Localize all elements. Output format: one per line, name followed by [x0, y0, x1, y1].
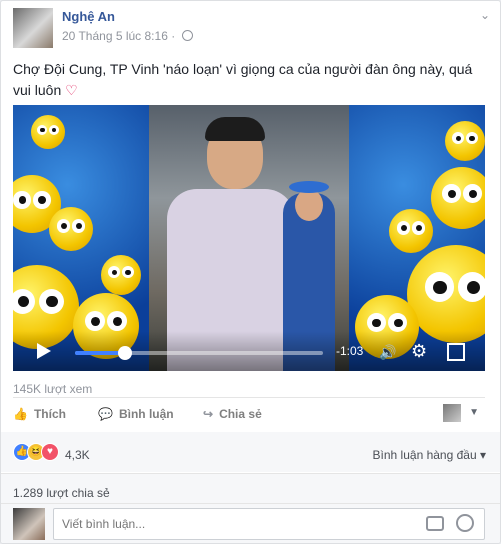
- emoji-icon: [31, 115, 65, 149]
- dropdown-arrow-icon: ▼: [469, 407, 479, 418]
- video-player[interactable]: -1:03 🔊 ⚙: [13, 105, 485, 371]
- volume-icon[interactable]: 🔊: [379, 344, 396, 361]
- emoji-icon: [101, 255, 141, 295]
- author-avatar[interactable]: [13, 8, 53, 48]
- emoji-icon: [49, 207, 93, 251]
- author-name[interactable]: Nghệ An: [62, 9, 115, 24]
- comment-sort-label: Bình luận hàng đầu: [372, 448, 477, 462]
- comment-label: Bình luận: [118, 407, 174, 421]
- play-icon[interactable]: [37, 343, 51, 359]
- post-card: Nghệ An 20 Tháng 5 lúc 8:16 · ⌄ Chợ Đội …: [0, 0, 501, 544]
- man-hair: [205, 117, 265, 141]
- thumbs-up-icon: 👍: [13, 407, 28, 421]
- heart-emoji-icon: ♡: [65, 82, 78, 98]
- profile-thumbnail: [443, 404, 461, 422]
- post-caption: Chợ Đội Cung, TP Vinh 'náo loạn' vì giọn…: [13, 59, 483, 101]
- emoji-icon: [431, 167, 485, 229]
- fullscreen-icon[interactable]: [447, 343, 465, 361]
- progress-knob[interactable]: [117, 346, 132, 360]
- share-icon: ↪: [203, 407, 214, 421]
- reaction-count[interactable]: 4,3K: [65, 448, 90, 462]
- emoji-icon: [445, 121, 485, 161]
- post-timestamp[interactable]: 20 Tháng 5 lúc 8:16 ·: [62, 29, 175, 43]
- post-as-selector[interactable]: ▼: [443, 404, 479, 422]
- caption-text: Chợ Đội Cung, TP Vinh 'náo loạn' vì giọn…: [13, 61, 473, 98]
- emoji-picker-icon[interactable]: [456, 514, 474, 532]
- comment-icon: 💬: [98, 407, 113, 421]
- like-button[interactable]: 👍 Thích: [13, 407, 66, 421]
- time-remaining: -1:03: [336, 344, 364, 358]
- woman-hat: [289, 181, 329, 193]
- comment-box[interactable]: [53, 508, 485, 540]
- comment-input[interactable]: [60, 509, 424, 539]
- like-label: Thích: [33, 407, 66, 421]
- commenter-avatar: [13, 508, 45, 540]
- share-label: Chia sẻ: [219, 407, 262, 421]
- share-button[interactable]: ↪ Chia sẻ: [203, 407, 262, 421]
- video-controls: -1:03 🔊 ⚙: [13, 331, 485, 371]
- action-bar: 👍 Thích 💬 Bình luận ↪ Chia sẻ ▼: [13, 397, 485, 430]
- comment-sort-dropdown[interactable]: Bình luận hàng đầu ▾: [373, 448, 486, 462]
- caret-down-icon: ▾: [479, 448, 486, 462]
- view-count: 145K lượt xem: [13, 382, 93, 396]
- post-meta: 20 Tháng 5 lúc 8:16 ·: [62, 29, 193, 43]
- emoji-icon: [389, 209, 433, 253]
- comment-button[interactable]: 💬 Bình luận: [98, 407, 174, 421]
- chevron-down-icon[interactable]: ⌄: [480, 8, 490, 22]
- share-count[interactable]: 1.289 lượt chia sẻ: [13, 486, 110, 500]
- settings-icon[interactable]: ⚙: [411, 341, 427, 362]
- progress-track[interactable]: [75, 346, 323, 360]
- woman-head: [295, 189, 323, 221]
- love-reaction-icon: ♥: [41, 443, 59, 461]
- camera-icon[interactable]: [426, 516, 444, 531]
- globe-icon: [181, 30, 193, 41]
